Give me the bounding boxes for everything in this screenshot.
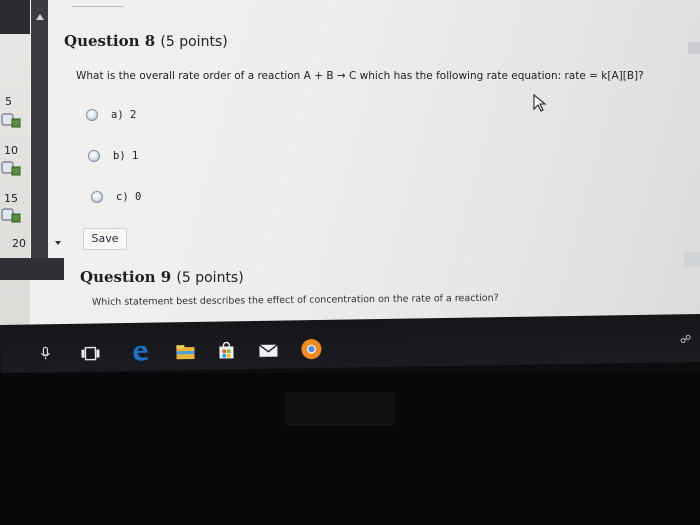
question-9-text: Which statement best describes the effec…: [91, 292, 499, 308]
header-dark-block: [0, 0, 30, 34]
network-icon[interactable]: ☍: [680, 333, 691, 346]
mail-icon[interactable]: [258, 343, 278, 359]
file-explorer-icon[interactable]: [175, 344, 195, 360]
option-c[interactable]: c) 0: [91, 191, 141, 203]
flag-icon[interactable]: [1, 160, 21, 176]
flag-icon[interactable]: [1, 112, 21, 128]
option-b[interactable]: b) 1: [88, 150, 138, 162]
divider: [72, 6, 124, 7]
store-icon[interactable]: [217, 341, 235, 359]
laptop-logo: [285, 392, 395, 426]
edge-icon[interactable]: [130, 343, 150, 363]
question-9-label: Question 9: [80, 268, 172, 286]
question-8-title: Question 8 (5 points): [64, 32, 228, 50]
question-8-text: What is the overall rate order of a reac…: [76, 70, 644, 82]
browser-screen: 5 10 15 20 Question 8 (5 points) What is…: [0, 0, 700, 330]
option-c-label: c) 0: [116, 191, 142, 203]
option-b-radio[interactable]: [88, 150, 100, 162]
option-a-radio[interactable]: [86, 109, 98, 121]
question-8-label: Question 8: [64, 32, 156, 50]
sidebar-dark-block: [0, 258, 64, 280]
page-number-20[interactable]: 20: [12, 237, 26, 250]
option-b-label: b) 1: [113, 150, 139, 162]
option-a-label: a) 2: [111, 109, 137, 121]
chevron-down-icon[interactable]: [55, 241, 61, 245]
option-c-radio[interactable]: [91, 191, 103, 203]
question-9-title: Question 9 (5 points): [80, 268, 244, 286]
side-panel-icon[interactable]: [684, 252, 700, 266]
question-9-points: (5 points): [176, 270, 244, 286]
mouse-cursor-icon: [533, 94, 547, 112]
option-a[interactable]: a) 2: [86, 109, 136, 121]
scroll-up-arrow-icon[interactable]: [36, 14, 44, 20]
side-panel-icon[interactable]: [688, 42, 700, 54]
save-button[interactable]: Save: [83, 228, 127, 250]
scrollbar-track[interactable]: [31, 0, 48, 258]
taskbar: [0, 314, 700, 373]
chrome-icon[interactable]: [300, 338, 322, 360]
question-8-points: (5 points): [160, 34, 228, 50]
task-view-icon[interactable]: [80, 345, 100, 361]
microphone-icon[interactable]: [40, 346, 50, 360]
flag-icon[interactable]: [1, 207, 21, 223]
page-number-5[interactable]: 5: [5, 95, 12, 108]
page-number-15[interactable]: 15: [4, 192, 18, 205]
page-number-10[interactable]: 10: [4, 144, 18, 157]
